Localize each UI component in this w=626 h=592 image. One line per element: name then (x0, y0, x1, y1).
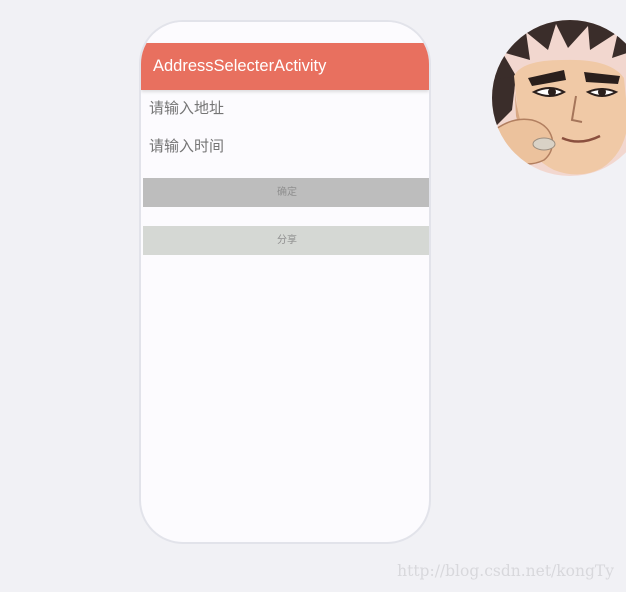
app-toolbar: AddressSelecterActivity (141, 43, 429, 90)
activity-title: AddressSelecterActivity (153, 57, 327, 75)
cartoon-warrior-avatar (492, 20, 626, 176)
avatar-illustration (492, 20, 626, 176)
confirm-button[interactable]: 确定 (143, 178, 429, 207)
address-input[interactable] (149, 93, 419, 123)
share-button[interactable]: 分享 (143, 226, 429, 255)
time-input[interactable] (149, 131, 419, 161)
status-bar (141, 22, 429, 42)
phone-frame: AddressSelecterActivity 确定 分享 (139, 20, 431, 544)
screen: AddressSelecterActivity 确定 分享 (0, 0, 626, 592)
blog-watermark: http://blog.csdn.net/kongTy (397, 562, 614, 580)
